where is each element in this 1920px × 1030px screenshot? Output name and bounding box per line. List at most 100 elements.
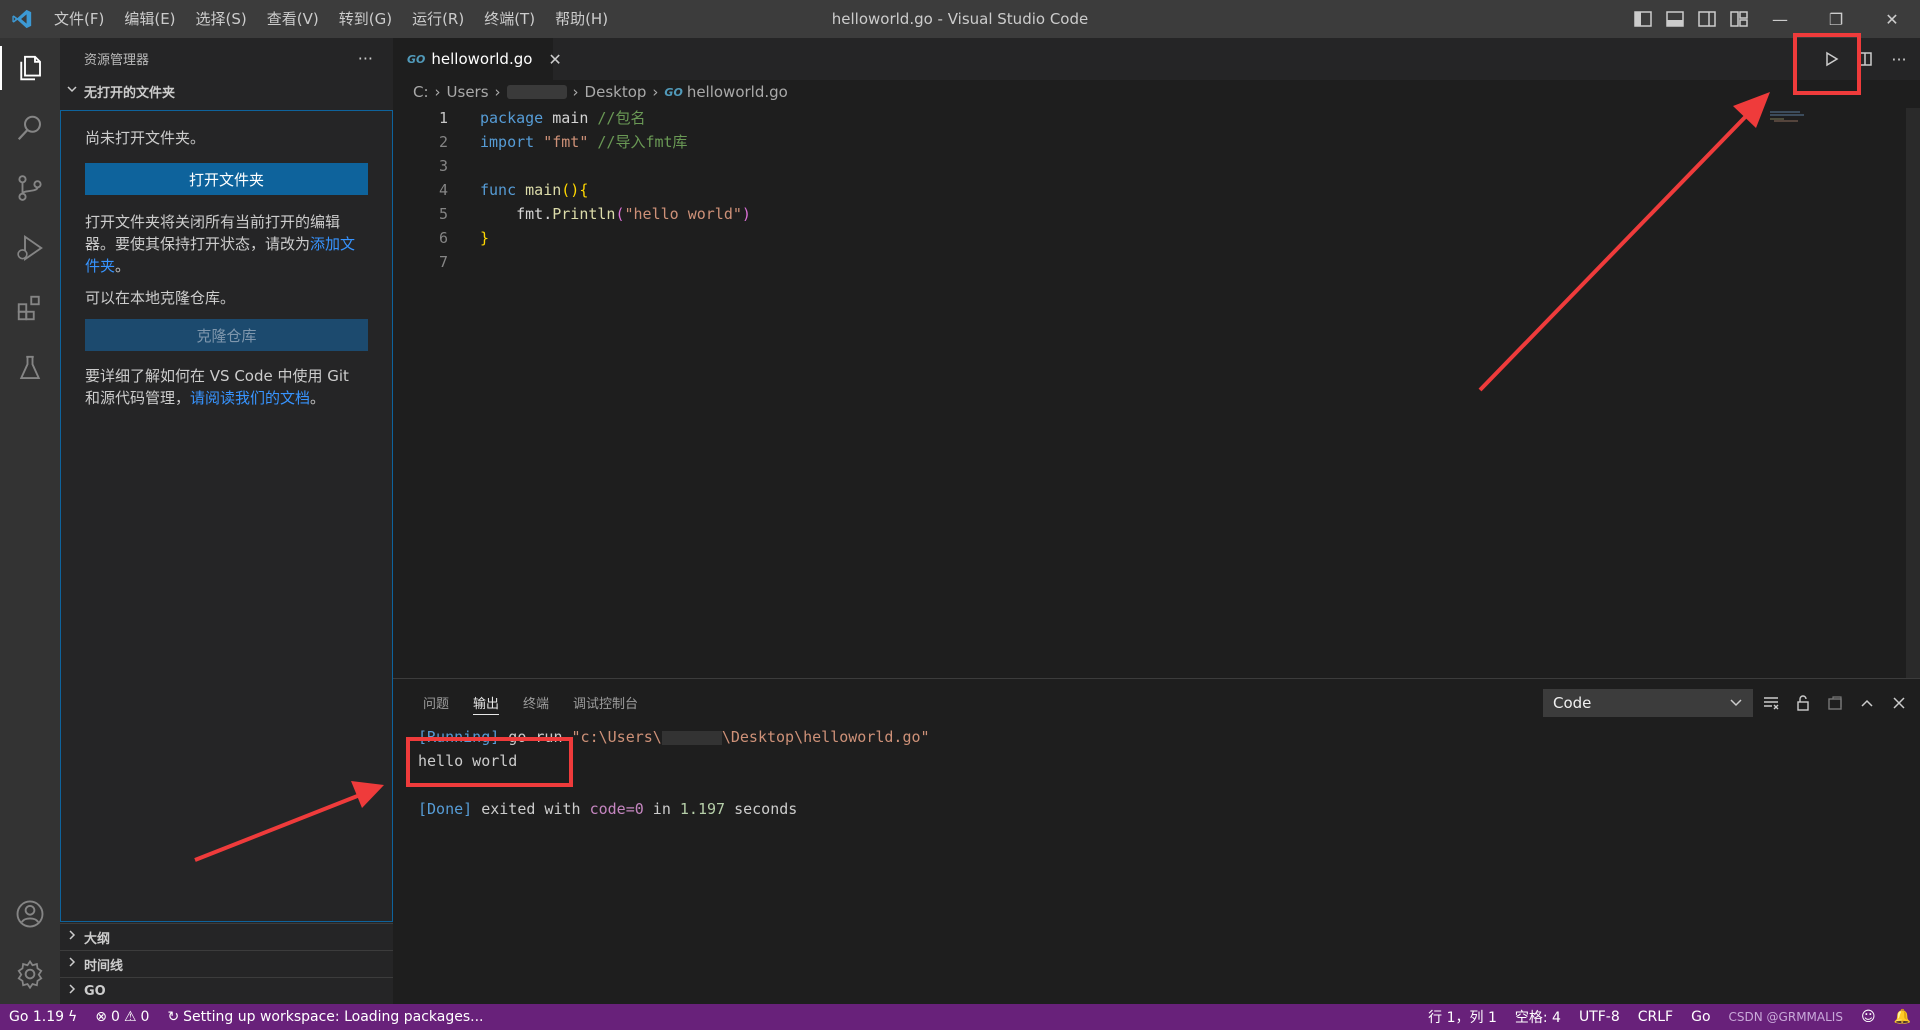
sync-icon: ↻: [167, 1009, 180, 1025]
tab-problems[interactable]: 问题: [411, 679, 461, 725]
menu-go[interactable]: 转到(G): [329, 0, 402, 38]
redacted-username: [661, 730, 722, 745]
keyword: func: [480, 181, 517, 199]
extensions-icon[interactable]: [0, 278, 60, 338]
go-version-status[interactable]: Go 1.19 ϟ: [0, 1004, 86, 1030]
outline-section[interactable]: 大纲: [60, 923, 393, 950]
outline-label: 大纲: [84, 931, 111, 947]
elapsed-seconds: 1.197: [679, 800, 726, 818]
activity-bottom: [0, 884, 60, 1004]
more-actions-icon[interactable]: ···: [358, 49, 373, 68]
explorer-icon[interactable]: [0, 38, 60, 98]
code-line: 4 func main(){: [393, 178, 1793, 202]
chevron-right-icon: ›: [652, 83, 659, 101]
editor-area: GO helloworld.go ✕ ··· C: › Users › › De…: [393, 38, 1920, 678]
notifications-bell-icon[interactable]: 🔔: [1885, 1004, 1920, 1030]
menu-file[interactable]: 文件(F): [44, 0, 114, 38]
go-label: GO: [84, 983, 106, 999]
tab-helloworld-go[interactable]: GO helloworld.go ✕: [393, 38, 562, 80]
menu-run[interactable]: 运行(R): [402, 0, 474, 38]
workspace-text: Setting up workspace: Loading packages..…: [183, 1009, 484, 1025]
output-channel-select[interactable]: Code: [1543, 689, 1753, 717]
string: "fmt": [543, 133, 589, 151]
encoding[interactable]: UTF-8: [1570, 1004, 1629, 1030]
toggle-panel-icon[interactable]: [1664, 8, 1686, 30]
bracket: (){: [561, 181, 589, 199]
output-done-line: [Done] exited with code=0 in 1.197 secon…: [418, 797, 930, 821]
menu-edit[interactable]: 编辑(E): [114, 0, 185, 38]
tab-debug-console[interactable]: 调试控制台: [561, 679, 650, 725]
close-tab-icon[interactable]: ✕: [548, 50, 561, 69]
editor-scrollbar[interactable]: [1906, 108, 1920, 678]
vscode-logo-icon: [0, 0, 44, 38]
lock-scroll-icon[interactable]: [1792, 689, 1814, 717]
git-desc-end: 。: [310, 389, 326, 407]
layout-controls: [1632, 8, 1750, 30]
toggle-secondary-sidebar-icon[interactable]: [1696, 8, 1718, 30]
menu-selection[interactable]: 选择(S): [186, 0, 257, 38]
timeline-section[interactable]: 时间线: [60, 950, 393, 977]
tab-terminal[interactable]: 终端: [511, 679, 561, 725]
language-mode[interactable]: Go: [1682, 1004, 1719, 1030]
running-path-end: \Desktop\helloworld.go": [721, 728, 930, 746]
cursor-position[interactable]: 行 1，列 1: [1419, 1004, 1506, 1030]
open-folder-button[interactable]: 打开文件夹: [85, 163, 368, 195]
testing-flask-icon[interactable]: [0, 338, 60, 398]
go-section[interactable]: GO: [60, 977, 393, 1004]
function-name: main: [516, 181, 562, 199]
tab-output[interactable]: 输出: [461, 679, 511, 725]
indentation[interactable]: 空格: 4: [1506, 1004, 1570, 1030]
line-number: 2: [438, 133, 448, 151]
open-in-editor-icon[interactable]: [1824, 689, 1846, 717]
no-folder-section[interactable]: 无打开的文件夹: [60, 78, 393, 104]
maximize-panel-icon[interactable]: [1856, 689, 1878, 717]
breadcrumb-users[interactable]: Users: [447, 83, 489, 101]
keyword: package: [480, 109, 544, 127]
identifier: fmt.: [480, 205, 553, 223]
read-docs-link[interactable]: 请阅读我们的文档: [190, 389, 310, 407]
open-folder-desc: 打开文件夹将关闭所有当前打开的编辑器。要使其保持打开状态，请改为: [85, 213, 341, 253]
source-control-icon[interactable]: [0, 158, 60, 218]
settings-gear-icon[interactable]: [0, 944, 60, 1004]
run-debug-icon[interactable]: [0, 218, 60, 278]
line-number: 7: [438, 253, 448, 271]
clone-repository-button[interactable]: 克隆仓库: [85, 319, 368, 351]
customize-layout-icon[interactable]: [1728, 8, 1750, 30]
close-panel-icon[interactable]: [1888, 689, 1910, 717]
code-editor[interactable]: 1 package main //包名 2 import "fmt" //导入fmt…: [393, 106, 1793, 274]
end-of-line[interactable]: CRLF: [1629, 1004, 1682, 1030]
go-version: Go 1.19: [9, 1009, 65, 1025]
toggle-sidebar-icon[interactable]: [1632, 8, 1654, 30]
accounts-icon[interactable]: [0, 884, 60, 944]
title-bar: 文件(F) 编辑(E) 选择(S) 查看(V) 转到(G) 运行(R) 终端(T…: [0, 0, 1920, 38]
workspace-status[interactable]: ↻ Setting up workspace: Loading packages.…: [158, 1004, 492, 1030]
timeline-label: 时间线: [84, 958, 124, 974]
clone-text: 可以在本地克隆仓库。: [85, 289, 236, 307]
no-folder-panel: 尚未打开文件夹。 打开文件夹 打开文件夹将关闭所有当前打开的编辑器。要使其保持打…: [60, 110, 393, 922]
line-number: 3: [438, 157, 448, 175]
breadcrumb-drive[interactable]: C:: [413, 83, 429, 101]
chevron-down-icon: [66, 83, 84, 99]
comment: //导入fmt库: [588, 133, 688, 151]
menu-view[interactable]: 查看(V): [257, 0, 329, 38]
breadcrumb-file[interactable]: helloworld.go: [687, 83, 788, 101]
line-number: 4: [438, 181, 448, 199]
watermark: CSDN @GRMMALIS: [1728, 1010, 1843, 1024]
running-path: "c:\Users\: [571, 728, 662, 746]
minimap[interactable]: [1770, 108, 1830, 122]
sidebar-header: 资源管理器 ···: [60, 38, 393, 78]
search-icon[interactable]: [0, 98, 60, 158]
line-number: 5: [438, 205, 448, 223]
breadcrumb-desktop[interactable]: Desktop: [585, 83, 647, 101]
feedback-icon[interactable]: ☺: [1852, 1004, 1885, 1030]
menu-help[interactable]: 帮助(H): [545, 0, 618, 38]
clear-output-icon[interactable]: [1760, 689, 1782, 717]
more-editor-actions-icon[interactable]: ···: [1888, 48, 1910, 70]
close-window-icon[interactable]: ✕: [1864, 0, 1920, 38]
menu-terminal[interactable]: 终端(T): [474, 0, 545, 38]
open-folder-description: 打开文件夹将关闭所有当前打开的编辑器。要使其保持打开状态，请改为添加文件夹。: [85, 211, 368, 277]
sidebar-collapsed-sections: 大纲 时间线 GO: [60, 923, 393, 1004]
problems-status[interactable]: ⊗ 0 ⚠ 0: [86, 1004, 158, 1030]
keyword: import: [480, 133, 535, 151]
